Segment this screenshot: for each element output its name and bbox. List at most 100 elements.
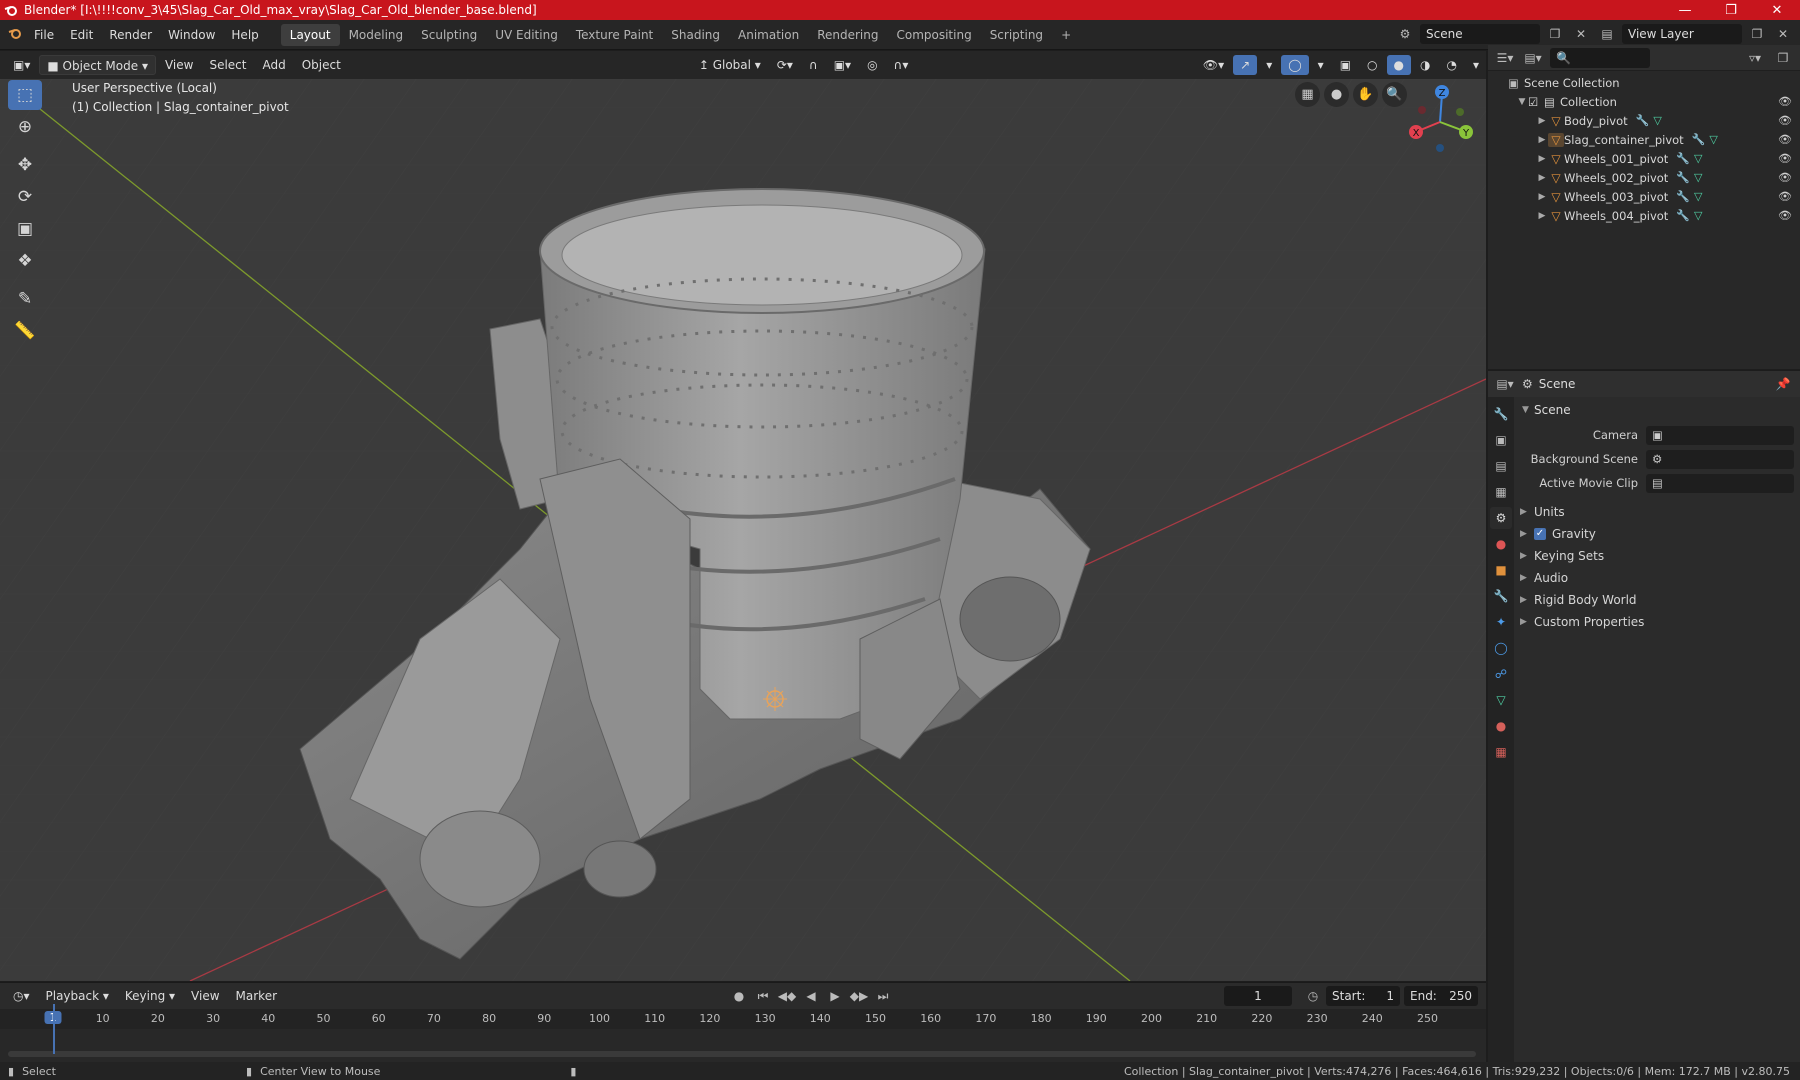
mesh-data-icon[interactable]: ▽ bbox=[1694, 209, 1702, 222]
workspace-tab-shading[interactable]: Shading bbox=[662, 24, 729, 46]
expand-arrow-icon[interactable]: ▶ bbox=[1536, 154, 1548, 164]
menu-window[interactable]: Window bbox=[160, 24, 223, 46]
expand-arrow-icon[interactable]: ▶ bbox=[1536, 135, 1548, 145]
add-workspace-button[interactable]: + bbox=[1052, 24, 1080, 46]
workspace-tab-texture-paint[interactable]: Texture Paint bbox=[567, 24, 662, 46]
render-tab-icon[interactable]: ▣ bbox=[1490, 429, 1512, 451]
delete-scene-icon[interactable]: ✕ bbox=[1570, 24, 1592, 44]
gravity-panel[interactable]: ▶ ✓ Gravity bbox=[1516, 523, 1798, 545]
pivot-point-icon[interactable]: ⟳▾ bbox=[770, 55, 800, 75]
mesh-data-icon[interactable]: ▽ bbox=[1694, 190, 1702, 203]
current-frame-field[interactable]: 1 bbox=[1224, 986, 1292, 1006]
visibility-icon[interactable]: 👁▾ bbox=[1196, 55, 1231, 75]
outliner-scene-collection[interactable]: ▣ Scene Collection bbox=[1488, 73, 1800, 92]
timeline-menu-view[interactable]: View bbox=[184, 986, 226, 1006]
xray-icon[interactable]: ▣ bbox=[1333, 55, 1358, 75]
record-icon[interactable]: ● bbox=[728, 986, 750, 1006]
mesh-data-icon[interactable]: ▽ bbox=[1694, 152, 1702, 165]
mesh-data-icon[interactable]: ▽ bbox=[1694, 171, 1702, 184]
move-tool-icon[interactable]: ✥ bbox=[8, 150, 42, 180]
timeline-editor-type-icon[interactable]: ◷▾ bbox=[6, 986, 37, 1006]
pin-icon[interactable]: 📌 bbox=[1772, 374, 1794, 394]
outliner-item-body-pivot[interactable]: ▶ ▽ Body_pivot 🔧 ▽ 👁 bbox=[1488, 111, 1800, 130]
outliner-item-slag-container-pivot[interactable]: ▶ ▽ Slag_container_pivot 🔧 ▽ 👁 bbox=[1488, 130, 1800, 149]
modifier-icon[interactable]: 🔧 bbox=[1692, 133, 1706, 146]
workspace-tab-modeling[interactable]: Modeling bbox=[340, 24, 413, 46]
properties-editor-type-icon[interactable]: ▤▾ bbox=[1494, 374, 1516, 394]
timeline-scrollbar[interactable] bbox=[8, 1051, 1476, 1057]
units-panel[interactable]: ▶ Units bbox=[1516, 501, 1798, 523]
view-layer-selector[interactable]: View Layer bbox=[1622, 24, 1742, 44]
scene-tab-icon[interactable]: ⚙ bbox=[1490, 507, 1512, 529]
scene-browse-icon[interactable]: ⚙ bbox=[1394, 24, 1416, 44]
timeline-playhead[interactable] bbox=[53, 1004, 55, 1054]
view-layer-browse-icon[interactable]: ▤ bbox=[1596, 24, 1618, 44]
outliner-editor-type-icon[interactable]: ☰▾ bbox=[1494, 48, 1516, 68]
rigid-body-world-panel[interactable]: ▶ Rigid Body World bbox=[1516, 589, 1798, 611]
mesh-data-icon[interactable]: ▽ bbox=[1653, 114, 1661, 127]
modifier-tab-icon[interactable]: 🔧 bbox=[1490, 585, 1512, 607]
visibility-eye-icon[interactable]: 👁 bbox=[1778, 209, 1792, 222]
cursor-tool-icon[interactable]: ⊕ bbox=[8, 112, 42, 142]
background-scene-field[interactable]: ⚙ bbox=[1646, 449, 1794, 469]
world-tab-icon[interactable]: ● bbox=[1490, 533, 1512, 555]
camera-field[interactable]: ▣ bbox=[1646, 425, 1794, 445]
filter-icon[interactable]: ▿▾ bbox=[1744, 48, 1766, 68]
outliner-item-wheels-003-pivot[interactable]: ▶ ▽ Wheels_003_pivot 🔧 ▽ 👁 bbox=[1488, 187, 1800, 206]
workspace-tab-uv-editing[interactable]: UV Editing bbox=[486, 24, 567, 46]
expand-arrow-icon[interactable]: ▶ bbox=[1536, 173, 1548, 183]
expand-arrow-icon[interactable]: ▶ bbox=[1536, 192, 1548, 202]
expand-arrow-icon[interactable]: ▶ bbox=[1536, 116, 1548, 126]
end-frame-field[interactable]: End: 250 bbox=[1404, 986, 1478, 1006]
modifier-icon[interactable]: 🔧 bbox=[1676, 171, 1690, 184]
editor-type-icon[interactable]: ▣▾ bbox=[6, 55, 37, 75]
menu-file[interactable]: File bbox=[26, 24, 62, 46]
gizmo-dropdown-icon[interactable]: ▾ bbox=[1259, 55, 1279, 75]
keying-sets-panel[interactable]: ▶ Keying Sets bbox=[1516, 545, 1798, 567]
expand-arrow-icon[interactable]: ▼ bbox=[1516, 97, 1528, 107]
falloff-icon[interactable]: ∩▾ bbox=[887, 55, 916, 75]
view-layer-tab-icon[interactable]: ▦ bbox=[1490, 481, 1512, 503]
workspace-tab-rendering[interactable]: Rendering bbox=[808, 24, 887, 46]
expand-arrow-icon[interactable]: ▶ bbox=[1536, 211, 1548, 221]
modifier-icon[interactable]: 🔧 bbox=[1676, 152, 1690, 165]
wireframe-shading-icon[interactable]: ○ bbox=[1360, 55, 1384, 75]
toggle-ortho-icon[interactable]: ▦ bbox=[1295, 82, 1320, 107]
visibility-eye-icon[interactable]: 👁 bbox=[1778, 95, 1792, 108]
timeline-ruler[interactable]: 1102030405060708090100110120130140150160… bbox=[0, 1009, 1486, 1029]
gizmo-toggle-icon[interactable]: ↗ bbox=[1233, 55, 1258, 75]
blender-menu-icon[interactable] bbox=[0, 24, 26, 46]
next-keyframe-icon[interactable]: ◆▶ bbox=[848, 986, 870, 1006]
snap-target-icon[interactable]: ▣▾ bbox=[827, 55, 858, 75]
display-mode-icon[interactable]: ▤▾ bbox=[1522, 48, 1544, 68]
jump-end-icon[interactable]: ⏭ bbox=[872, 986, 894, 1006]
shading-dropdown-icon[interactable]: ▾ bbox=[1466, 55, 1486, 75]
material-shading-icon[interactable]: ◑ bbox=[1413, 55, 1437, 75]
pan-view-icon[interactable]: ✋ bbox=[1353, 82, 1378, 107]
texture-tab-icon[interactable]: ▦ bbox=[1490, 741, 1512, 763]
menu-help[interactable]: Help bbox=[223, 24, 266, 46]
3d-viewport[interactable]: User Perspective (Local) (1) Collection … bbox=[0, 79, 1486, 981]
close-button[interactable]: ✕ bbox=[1754, 0, 1800, 20]
workspace-tab-animation[interactable]: Animation bbox=[729, 24, 808, 46]
timeline-menu-playback[interactable]: Playback ▾ bbox=[39, 986, 116, 1006]
viewport-menu-view[interactable]: View bbox=[158, 55, 200, 75]
viewport-menu-add[interactable]: Add bbox=[255, 55, 292, 75]
outliner-item-wheels-001-pivot[interactable]: ▶ ▽ Wheels_001_pivot 🔧 ▽ 👁 bbox=[1488, 149, 1800, 168]
prev-keyframe-icon[interactable]: ◀◆ bbox=[776, 986, 798, 1006]
particles-tab-icon[interactable]: ✦ bbox=[1490, 611, 1512, 633]
visibility-eye-icon[interactable]: 👁 bbox=[1778, 171, 1792, 184]
visibility-eye-icon[interactable]: 👁 bbox=[1778, 190, 1792, 203]
new-scene-icon[interactable]: ❐ bbox=[1544, 24, 1566, 44]
overlays-dropdown-icon[interactable]: ▾ bbox=[1311, 55, 1331, 75]
output-tab-icon[interactable]: ▤ bbox=[1490, 455, 1512, 477]
timeline-menu-keying[interactable]: Keying ▾ bbox=[118, 986, 182, 1006]
start-frame-field[interactable]: Start: 1 bbox=[1326, 986, 1400, 1006]
rotate-tool-icon[interactable]: ⟳ bbox=[8, 182, 42, 212]
minimize-button[interactable]: — bbox=[1662, 0, 1708, 20]
transform-orientation-selector[interactable]: ↥ Global ▾ bbox=[692, 55, 768, 75]
tool-tab-icon[interactable]: 🔧 bbox=[1490, 403, 1512, 425]
overlays-icon[interactable]: ◯ bbox=[1281, 55, 1309, 75]
scene-selector[interactable]: Scene bbox=[1420, 24, 1540, 44]
mode-selector[interactable]: ■ Object Mode ▾ bbox=[39, 55, 156, 75]
